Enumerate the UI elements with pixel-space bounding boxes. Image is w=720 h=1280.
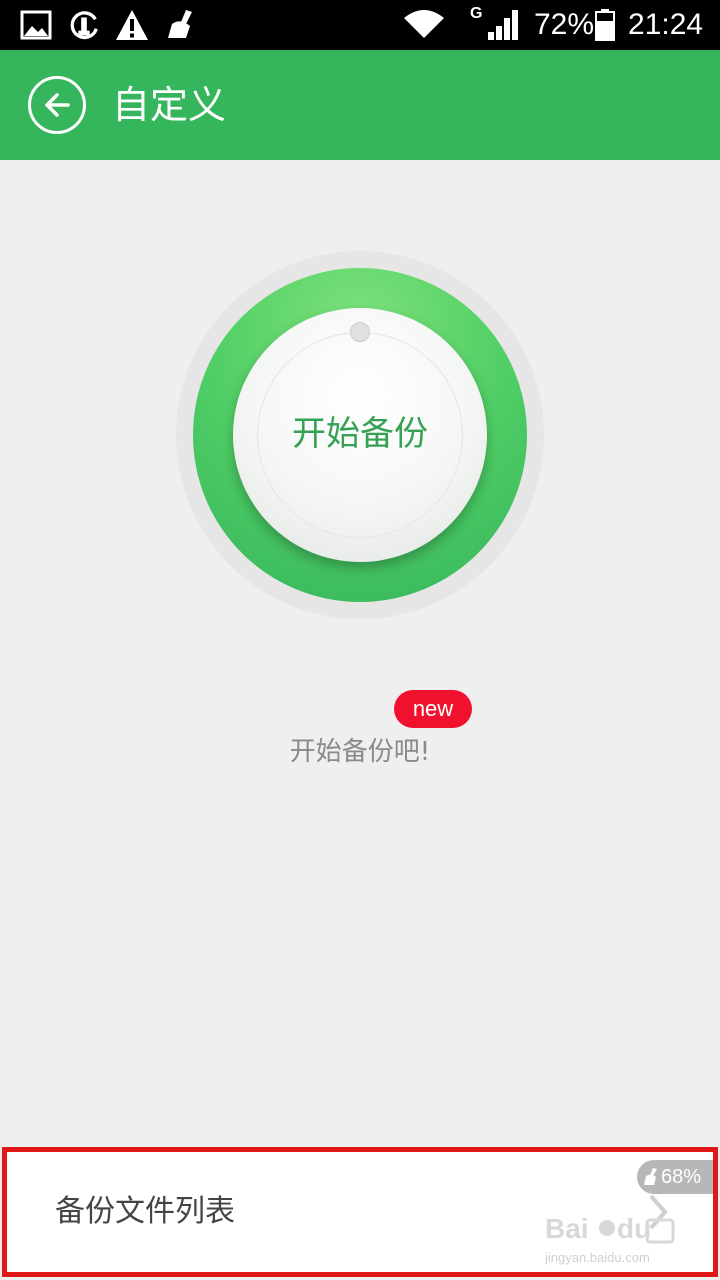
wifi-icon — [404, 10, 444, 38]
clock: 21:24 — [628, 8, 704, 41]
dial-indicator-dot — [350, 322, 370, 342]
sync-notification-icon — [70, 11, 98, 40]
memory-boost-badge[interactable]: 68% — [637, 1160, 713, 1194]
cellular-signal-icon — [488, 10, 518, 40]
status-bar: G 72% 21:24 — [0, 0, 720, 50]
network-type: G — [470, 5, 483, 22]
backup-hint-text: 开始备份吧! — [289, 737, 431, 767]
warning-icon — [116, 10, 148, 40]
memory-percent: 68% — [661, 1166, 702, 1188]
start-backup-label: 开始备份 — [292, 414, 428, 454]
battery-percent: 72% — [534, 8, 595, 41]
backup-file-list-label: 备份文件列表 — [55, 1194, 235, 1229]
page-title: 自定义 — [112, 83, 227, 127]
image-notification-icon — [20, 10, 52, 40]
cleaner-icon — [168, 10, 192, 38]
backup-file-list-item[interactable]: 备份文件列表 68% Bai du jingyan.baidu.com — [2, 1147, 718, 1277]
back-button[interactable] — [28, 76, 86, 134]
new-badge: new — [394, 690, 472, 728]
svg-text:Bai: Bai — [545, 1213, 589, 1244]
baidu-jingyan-watermark: Bai du jingyan.baidu.com — [545, 1213, 675, 1265]
app-bar: 自定义 — [0, 50, 720, 160]
back-arrow-icon — [45, 93, 70, 117]
battery-icon — [595, 9, 615, 41]
start-backup-button[interactable]: 开始备份 — [233, 308, 487, 562]
cleaner-icon — [644, 1168, 657, 1185]
svg-text:jingyan.baidu.com: jingyan.baidu.com — [545, 1250, 650, 1265]
